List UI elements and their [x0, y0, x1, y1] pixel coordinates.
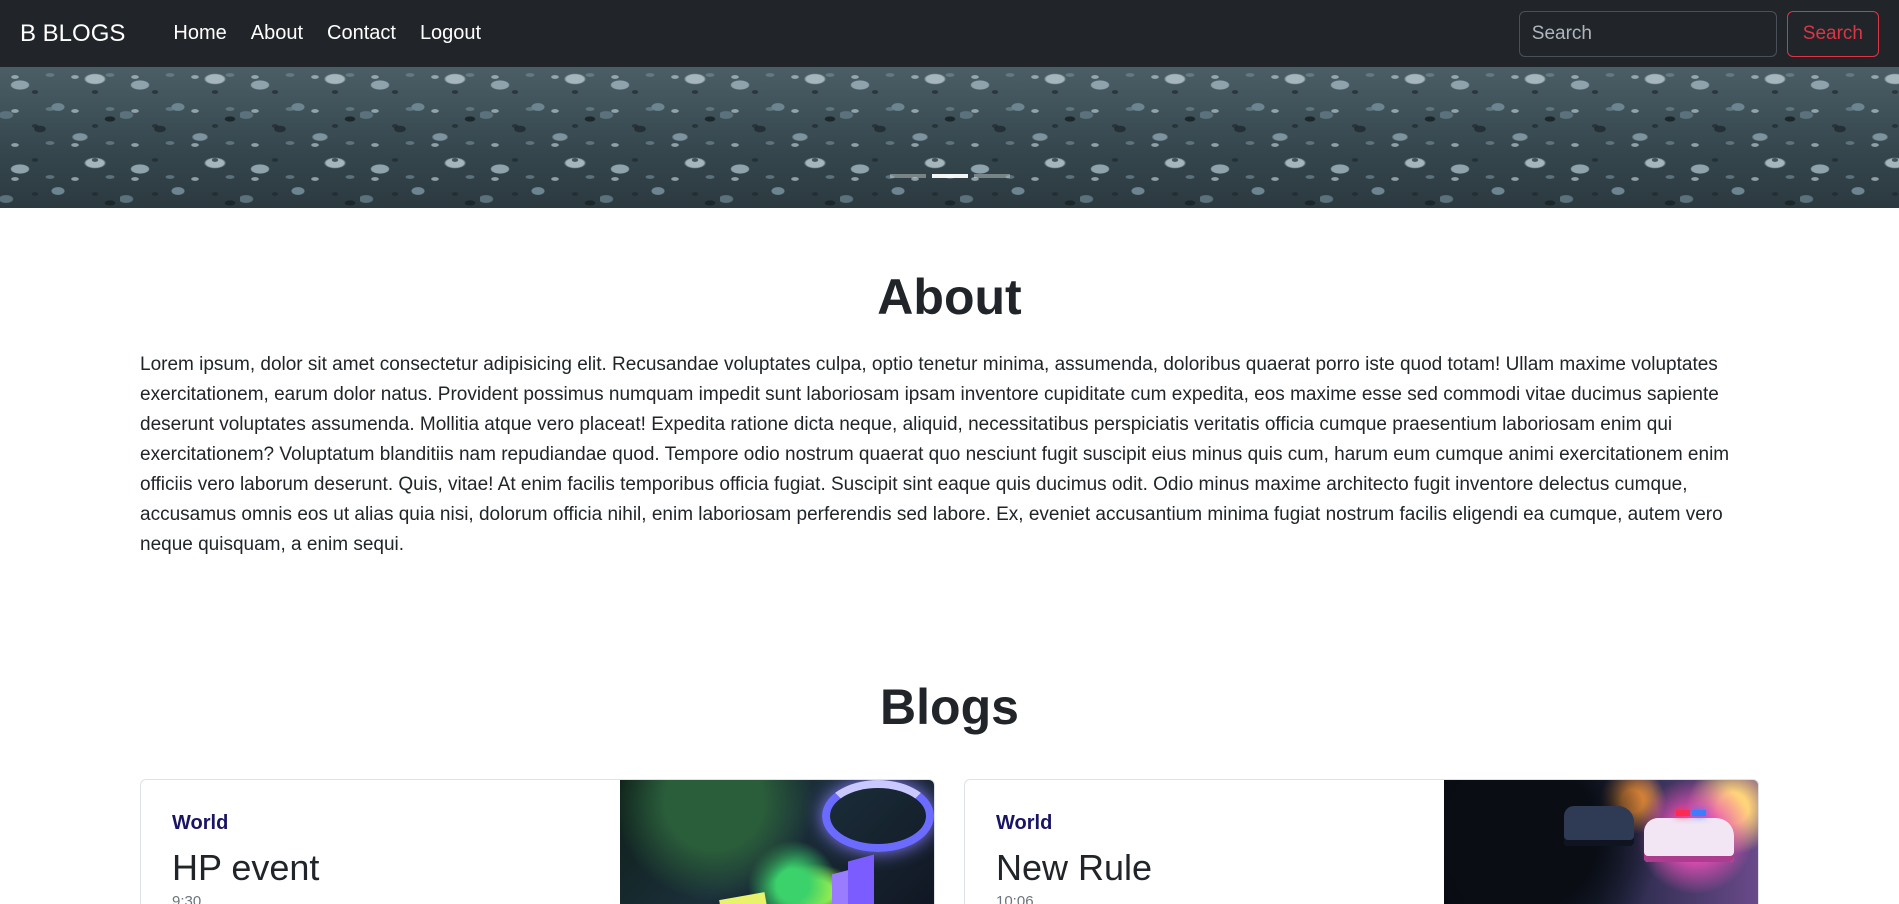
blog-card-time: 9:30 [172, 893, 202, 904]
blog-card-body: World HP event 9:30 [172, 812, 319, 904]
blog-card-title: New Rule [996, 847, 1153, 888]
hero-carousel [0, 67, 1899, 208]
siren-light-shape [1676, 810, 1690, 816]
blog-card[interactable]: World New Rule 10:06 [964, 779, 1759, 904]
nav-link-home[interactable]: Home [161, 22, 238, 45]
about-text: Lorem ipsum, dolor sit amet consectetur … [140, 354, 1730, 555]
stage-ring-shape [822, 780, 934, 852]
search-form: Search [1518, 10, 1879, 57]
brand-logo[interactable]: B BLOGS [20, 20, 125, 48]
nav-link-logout[interactable]: Logout [408, 22, 493, 45]
nav-links: Home About Contact Logout [161, 22, 493, 45]
stage-panel-shape [848, 854, 874, 904]
about-heading: About [877, 269, 1022, 325]
carousel-indicator-3[interactable] [973, 174, 1010, 178]
siren-light-shape [1692, 810, 1706, 816]
car-shape [1564, 806, 1634, 846]
banner-shape [719, 892, 767, 904]
navbar: B BLOGS Home About Contact Logout Search [0, 0, 1899, 67]
carousel-indicator-1[interactable] [889, 174, 926, 178]
blog-card-category: World [996, 812, 1053, 834]
blog-card-image [620, 780, 934, 904]
search-button[interactable]: Search [1786, 10, 1879, 57]
blog-card-image [1444, 780, 1758, 904]
blog-card-category: World [172, 812, 229, 834]
police-car-shape [1644, 818, 1734, 862]
blog-card[interactable]: World HP event 9:30 [140, 779, 935, 904]
carousel-indicators [889, 174, 1010, 178]
nav-link-contact[interactable]: Contact [315, 22, 408, 45]
blogs-heading: Blogs [880, 679, 1019, 735]
blog-card-title: HP event [172, 847, 320, 888]
carousel-indicator-2[interactable] [931, 174, 968, 178]
nav-link-about[interactable]: About [239, 22, 315, 45]
blog-card-body: World New Rule 10:06 [996, 812, 1152, 904]
blog-card-time: 10:06 [996, 893, 1034, 904]
search-input[interactable] [1518, 10, 1777, 57]
